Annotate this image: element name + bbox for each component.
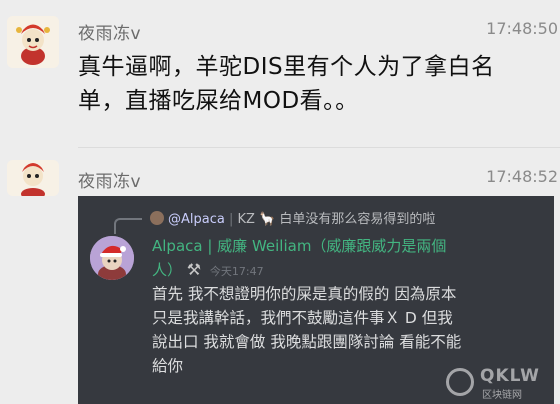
discord-username: Alpaca | 威廉 Weiliam（威廉跟威力是兩個 人） ⚒ 今天17:4… <box>152 234 542 284</box>
site-watermark: QKLW 区块链网 <box>446 366 550 402</box>
sender-name: 夜雨冻v <box>78 172 142 192</box>
message-text-line: 单，直播吃屎给MOD看。。 <box>78 88 359 114</box>
username-line-2: 人） ⚒ 今天17:47 <box>152 258 542 284</box>
llama-emoji-icon: 🦙 <box>259 212 276 227</box>
message-text[interactable]: 真牛逼啊，羊驼DIS里有个人为了拿白名 单，直播吃屎给MOD看。。 <box>78 50 548 118</box>
watermark-logo-icon <box>446 368 474 396</box>
reply-connector <box>114 218 142 234</box>
sender-name: 夜雨冻v <box>78 24 142 44</box>
username-line: Alpaca | 威廉 Weiliam（威廉跟威力是兩個 <box>152 237 447 255</box>
reply-mention: @Alpaca <box>168 212 225 227</box>
discord-message-body: 首先 我不想證明你的屎是真的假的 因為原本 只是我講幹話，我們不鼓勵這件事Ｘ D… <box>152 282 544 378</box>
discord-body-line: 只是我講幹話，我們不鼓勵這件事Ｘ D 但我 <box>152 309 453 327</box>
reply-tag: KZ <box>237 212 255 227</box>
santa-avatar-icon <box>90 236 134 280</box>
reply-text: 白单没有那么容易得到的啦 <box>279 212 436 227</box>
discord-timestamp: 今天17:47 <box>209 265 264 278</box>
hammer-wrench-icon: ⚒ <box>186 260 202 279</box>
message-text-line: 真牛逼啊，羊驼DIS里有个人为了拿白名 <box>78 54 495 80</box>
discord-avatar <box>90 236 134 280</box>
reply-avatar-icon <box>150 211 164 225</box>
watermark-subtitle: 区块链网 <box>482 390 522 401</box>
lion-dance-avatar-icon <box>7 160 59 196</box>
message-divider <box>78 147 560 148</box>
message-time: 17:48:50 <box>486 19 558 38</box>
sender-avatar[interactable] <box>7 160 59 196</box>
username-tail: 人） <box>152 261 183 279</box>
reply-separator: | <box>224 212 238 227</box>
reply-preview: @Alpaca | KZ 🦙 白单没有那么容易得到的啦 <box>150 208 435 227</box>
sender-avatar[interactable] <box>7 16 59 68</box>
discord-body-line: 首先 我不想證明你的屎是真的假的 因為原本 <box>152 285 457 303</box>
discord-screenshot-image[interactable]: @Alpaca | KZ 🦙 白单没有那么容易得到的啦 Alpaca | 威廉 … <box>78 196 554 404</box>
message-time: 17:48:52 <box>486 167 558 186</box>
watermark-brand: QKLW <box>480 366 540 386</box>
discord-body-line: 說出口 我就會做 我晚點跟團隊討論 看能不能 <box>152 333 462 351</box>
lion-dance-avatar-icon <box>7 16 59 68</box>
